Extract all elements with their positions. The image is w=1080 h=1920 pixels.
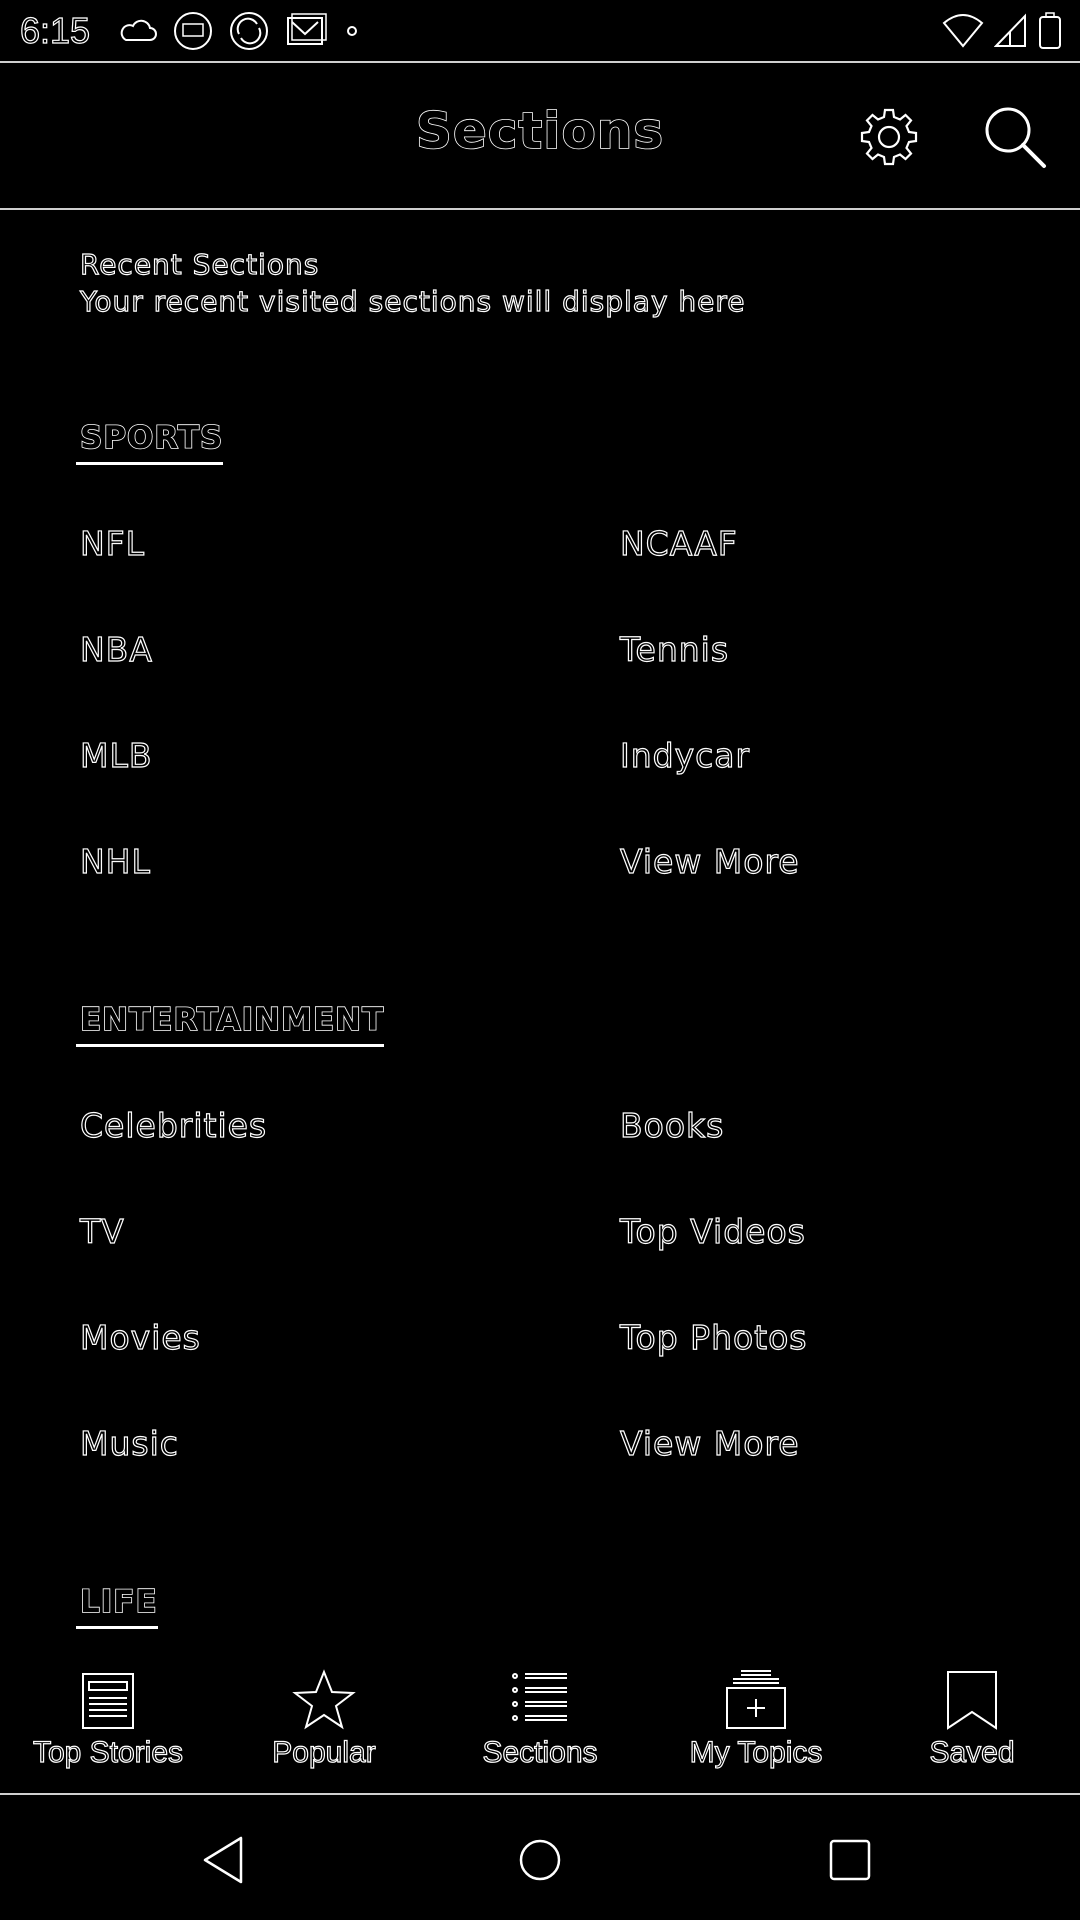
sports-view-more-link[interactable]: View More	[619, 841, 800, 881]
news-app-icon	[174, 12, 212, 50]
cloud-icon	[120, 19, 157, 41]
system-navigation-bar	[0, 1795, 1080, 1920]
nav-my-topics[interactable]: My Topics	[648, 1650, 864, 1792]
recents-button[interactable]	[815, 1825, 885, 1895]
search-icon	[985, 107, 1046, 168]
section-underline	[76, 1044, 385, 1047]
nav-popular[interactable]: Popular	[216, 1650, 432, 1792]
section-link-nba[interactable]: NBA	[79, 629, 153, 669]
section-link-ncaaf[interactable]: NCAAF	[619, 523, 738, 563]
section-link-movies[interactable]: Movies	[79, 1317, 201, 1357]
section-heading-life[interactable]: LIFE	[76, 1583, 158, 1629]
bookmark-icon	[947, 1671, 997, 1730]
nav-label-saved: Saved	[929, 1735, 1015, 1769]
settings-button[interactable]	[852, 100, 926, 174]
app-bar-divider	[0, 208, 1080, 210]
section-heading-label: LIFE	[79, 1583, 158, 1621]
sync-app-icon	[230, 12, 268, 50]
section-heading-sports[interactable]: SPORTS	[76, 419, 224, 465]
bottom-navigation: Top Stories Popular Sections My Topics S…	[0, 1650, 1080, 1792]
entertainment-view-more-link[interactable]: View More	[619, 1423, 800, 1463]
section-link-celebrities[interactable]: Celebrities	[79, 1105, 267, 1145]
mail-app-icon	[287, 13, 327, 45]
section-link-tv[interactable]: TV	[79, 1211, 125, 1251]
section-heading-entertainment[interactable]: ENTERTAINMENT	[76, 1001, 385, 1047]
recent-sections-title: Recent Sections	[79, 247, 320, 281]
search-button[interactable]	[978, 100, 1052, 174]
status-bar: 6:15	[0, 0, 1080, 62]
status-time: 6:15	[19, 9, 91, 51]
section-heading-label: ENTERTAINMENT	[79, 1001, 385, 1039]
nav-label-top-stories: Top Stories	[32, 1735, 184, 1769]
home-icon	[519, 1839, 561, 1881]
battery-icon	[1039, 12, 1061, 49]
section-link-mlb[interactable]: MLB	[79, 735, 153, 775]
wifi-icon	[942, 14, 984, 48]
system-status-icons	[942, 10, 1062, 52]
section-heading-label: SPORTS	[79, 419, 224, 457]
section-underline	[76, 1626, 158, 1629]
section-underline	[76, 462, 224, 465]
section-link-indycar[interactable]: Indycar	[619, 735, 750, 775]
recents-icon	[829, 1839, 871, 1881]
signal-icon	[994, 13, 1026, 47]
section-link-tennis[interactable]: Tennis	[619, 629, 729, 669]
notification-icons	[118, 8, 362, 54]
section-link-top-photos[interactable]: Top Photos	[619, 1317, 808, 1357]
nav-label-popular: Popular	[272, 1735, 377, 1769]
section-link-nhl[interactable]: NHL	[79, 841, 151, 881]
back-button[interactable]	[190, 1825, 260, 1895]
dot-icon	[347, 26, 357, 36]
nav-label-my-topics: My Topics	[689, 1735, 823, 1769]
section-link-top-videos[interactable]: Top Videos	[619, 1211, 806, 1251]
recent-sections: Recent Sections Your recent visited sect…	[79, 247, 746, 318]
nav-saved[interactable]: Saved	[864, 1650, 1080, 1792]
add-topic-icon	[726, 1670, 786, 1729]
star-icon	[292, 1669, 356, 1730]
section-link-nfl[interactable]: NFL	[79, 523, 145, 563]
app-bar: Sections	[0, 62, 1080, 208]
gear-icon	[860, 108, 918, 166]
home-button[interactable]	[505, 1825, 575, 1895]
back-icon	[203, 1836, 243, 1884]
section-link-music[interactable]: Music	[79, 1423, 179, 1463]
recent-sections-subtitle: Your recent visited sections will displa…	[79, 284, 746, 318]
nav-label-sections: Sections	[482, 1735, 598, 1769]
list-icon	[512, 1673, 567, 1721]
nav-top-stories[interactable]: Top Stories	[0, 1650, 216, 1792]
nav-sections[interactable]: Sections	[432, 1650, 648, 1792]
newspaper-icon	[82, 1673, 134, 1729]
sections-screen: 6:15 Sections Recent Sections Your recen…	[0, 0, 1080, 1920]
section-link-books[interactable]: Books	[619, 1105, 724, 1145]
